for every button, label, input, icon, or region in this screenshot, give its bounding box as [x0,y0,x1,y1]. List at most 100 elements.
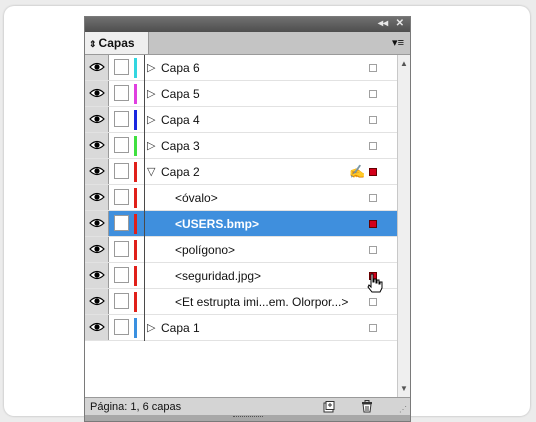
vertical-scrollbar[interactable]: ▲ ▼ [397,55,410,397]
pen-icon: ✍ [349,164,366,179]
eye-icon[interactable] [85,133,109,158]
selection-marker[interactable] [369,116,377,124]
layer-color-swatch [134,136,137,156]
lock-toggle[interactable] [114,137,129,153]
scroll-up-icon[interactable]: ▲ [400,59,408,68]
disclosure-closed-icon[interactable]: ▷ [147,61,155,74]
layer-name: Capa 2 [161,165,200,179]
lock-toggle[interactable] [114,319,129,335]
layer-row[interactable]: ▷ Capa 5 [85,81,397,107]
close-panel-button[interactable]: ✕ [396,18,404,29]
lock-toggle[interactable] [114,241,129,257]
column-divider [144,185,145,211]
disclosure-closed-icon[interactable]: ▷ [147,113,155,126]
layer-row[interactable]: ▷ Capa 4 [85,107,397,133]
layer-name: Capa 6 [161,61,200,75]
eye-icon[interactable] [85,237,109,262]
status-text: Página: 1, 6 capas [90,401,182,413]
selection-marker[interactable] [369,142,377,150]
layer-color-swatch [134,110,137,130]
layer-name: <polígono> [175,243,236,257]
column-divider [144,237,145,263]
disclosure-closed-icon[interactable]: ▷ [147,87,155,100]
selection-marker[interactable] [369,324,377,332]
layer-color-swatch [134,84,137,104]
column-divider [144,81,145,107]
lock-toggle[interactable] [114,293,129,309]
panel-titlebar: ◂◂ ✕ [85,17,410,32]
lock-toggle[interactable] [114,189,129,205]
selection-marker[interactable] [369,168,377,176]
eye-icon[interactable] [85,211,109,236]
tab-capas[interactable]: ⇕ Capas [85,32,149,54]
layer-name: Capa 3 [161,139,200,153]
column-divider [144,55,145,81]
layer-color-swatch [134,266,137,286]
panel-footer: Página: 1, 6 capas ⋰ [85,397,410,416]
eye-icon[interactable] [85,107,109,132]
eye-icon[interactable] [85,289,109,314]
tab-arrows-icon: ⇕ [89,39,97,49]
layer-row[interactable]: ▷ Capa 3 [85,133,397,159]
selection-marker[interactable] [369,64,377,72]
lock-toggle[interactable] [114,59,129,75]
column-divider [144,315,145,341]
resize-dots [233,416,263,421]
column-divider [144,263,145,289]
panel-resize-bar[interactable] [85,415,410,421]
column-divider [144,211,145,237]
trash-icon[interactable] [361,400,373,416]
scroll-down-icon[interactable]: ▼ [400,384,408,393]
resize-grip-icon[interactable]: ⋰ [399,405,407,414]
column-divider [144,159,145,185]
selection-marker[interactable] [369,220,377,228]
lock-toggle[interactable] [114,111,129,127]
layer-name: Capa 4 [161,113,200,127]
panel-menu-button[interactable]: ▾≡ [392,36,404,49]
tab-label: Capas [98,36,135,50]
layer-row[interactable]: ▷ Capa 6 [85,55,397,81]
layer-list: ▷ Capa 6 ▷ Capa 5 ▷ Capa 4 ▷ Capa 3 ▽ Capa 2 ✍ <óva… [85,55,397,397]
eye-icon[interactable] [85,81,109,106]
layer-name: <óvalo> [175,191,218,205]
selection-marker[interactable] [369,90,377,98]
eye-icon[interactable] [85,185,109,210]
layer-row[interactable]: ▽ Capa 2 ✍ [85,159,397,185]
layer-row[interactable]: <Et estrupta imi...em. Olorpor...> [85,289,397,315]
new-layer-icon[interactable] [323,401,335,416]
eye-icon[interactable] [85,55,109,80]
layer-name: <Et estrupta imi...em. Olorpor...> [175,295,349,309]
lock-toggle[interactable] [114,267,129,283]
layer-color-swatch [134,162,137,182]
layer-color-swatch [134,188,137,208]
selection-marker[interactable] [369,246,377,254]
layer-color-swatch [134,240,137,260]
layer-color-swatch [134,214,137,234]
selection-marker[interactable] [369,194,377,202]
layer-name: Capa 1 [161,321,200,335]
layer-row[interactable]: <óvalo> [85,185,397,211]
column-divider [144,289,145,315]
eye-icon[interactable] [85,263,109,288]
layer-name: <USERS.bmp> [175,217,260,231]
collapse-panel-button[interactable]: ◂◂ [378,18,388,29]
selection-marker[interactable] [369,298,377,306]
layer-row[interactable]: <seguridad.jpg> [85,263,397,293]
lock-toggle[interactable] [114,163,129,179]
layer-color-swatch [134,58,137,78]
disclosure-open-icon[interactable]: ▽ [147,165,155,178]
column-divider [144,107,145,133]
disclosure-closed-icon[interactable]: ▷ [147,139,155,152]
column-divider [144,133,145,159]
layer-name: Capa 5 [161,87,200,101]
eye-icon[interactable] [85,315,109,340]
lock-toggle[interactable] [114,215,129,231]
layer-row[interactable]: ▷ Capa 1 [85,315,397,341]
layer-color-swatch [134,292,137,312]
disclosure-closed-icon[interactable]: ▷ [147,321,155,334]
layer-row[interactable]: <polígono> [85,237,397,263]
lock-toggle[interactable] [114,85,129,101]
layer-name: <seguridad.jpg> [175,269,262,283]
eye-icon[interactable] [85,159,109,184]
layer-row[interactable]: <USERS.bmp> [85,211,397,237]
